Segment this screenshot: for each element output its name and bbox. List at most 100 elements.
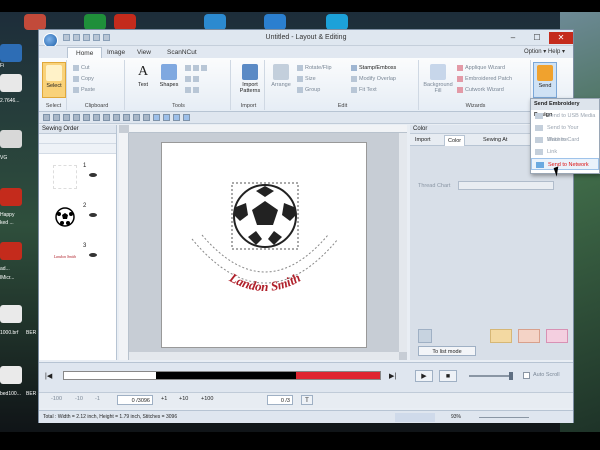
- speed-slider-thumb[interactable]: [509, 372, 513, 380]
- fit-text-button[interactable]: Fit Text: [351, 86, 377, 95]
- fill-color-button[interactable]: [490, 329, 512, 343]
- color-step-button[interactable]: T: [301, 395, 313, 405]
- step-minus-1[interactable]: -1: [95, 396, 100, 402]
- view-icon[interactable]: [163, 114, 170, 121]
- pdf-file-icon[interactable]: [0, 188, 22, 206]
- stop-button[interactable]: ■: [439, 370, 457, 382]
- option-help-menus[interactable]: Option ▾ Help ▾: [524, 48, 565, 55]
- step-plus-1[interactable]: +1: [161, 396, 167, 402]
- tab-scanncut[interactable]: ScanNCut: [159, 47, 205, 58]
- tab-sewing-attributes[interactable]: Sewing At: [480, 135, 510, 146]
- color-swatch-button[interactable]: [418, 329, 432, 343]
- paste-button[interactable]: Paste: [73, 86, 95, 95]
- thread-chart-dropdown[interactable]: [458, 181, 554, 190]
- sewing-order-item[interactable]: 2: [43, 201, 113, 239]
- desktop-file-icon[interactable]: [0, 130, 22, 148]
- zoom-slider[interactable]: [479, 417, 529, 418]
- maximize-button[interactable]: ☐: [525, 32, 549, 44]
- desktop-app-icon[interactable]: [264, 14, 286, 30]
- visibility-eye-icon[interactable]: [89, 173, 97, 177]
- grid-icon[interactable]: [113, 114, 120, 121]
- new-icon[interactable]: [43, 114, 50, 121]
- size-button[interactable]: Size: [297, 75, 316, 84]
- undo-icon[interactable]: [83, 114, 90, 121]
- go-start-icon[interactable]: |◀: [45, 372, 52, 380]
- view-mode-icons[interactable]: [395, 413, 435, 422]
- import-patterns-button[interactable]: Import Patterns: [236, 62, 264, 98]
- tab-view[interactable]: View: [129, 47, 159, 58]
- view-icon[interactable]: [153, 114, 160, 121]
- applique-wizard-button[interactable]: Applique Wizard: [457, 64, 505, 73]
- color-counter-field[interactable]: 0 /3: [267, 395, 293, 405]
- save-icon[interactable]: [63, 114, 70, 121]
- sewing-order-item[interactable]: Landon Smith 3: [43, 241, 113, 279]
- design-page[interactable]: Landon Smith: [161, 142, 367, 348]
- send-button[interactable]: Send: [533, 62, 557, 98]
- desktop-file-icon[interactable]: [0, 366, 22, 384]
- desktop-app-icon[interactable]: [24, 14, 46, 30]
- arrange-button[interactable]: Arrange: [269, 62, 293, 98]
- group-button[interactable]: Group: [297, 86, 320, 95]
- help-icon[interactable]: [204, 14, 226, 30]
- print-icon[interactable]: [73, 114, 80, 121]
- desktop-file-icon[interactable]: [0, 44, 22, 62]
- cut-button[interactable]: Cut: [73, 64, 90, 73]
- zoom-tools[interactable]: [185, 64, 209, 73]
- auto-scroll-checkbox[interactable]: [523, 372, 530, 379]
- step-plus-100[interactable]: +100: [201, 396, 213, 402]
- redo-icon[interactable]: [93, 114, 100, 121]
- stitch-tools[interactable]: [185, 86, 201, 95]
- visibility-eye-icon[interactable]: [89, 253, 97, 257]
- desktop-app-icon[interactable]: [84, 14, 106, 30]
- go-end-icon[interactable]: ▶|: [389, 372, 396, 380]
- menu-item-send-network[interactable]: Send to Network: [531, 158, 599, 170]
- browser-icon[interactable]: [326, 14, 348, 30]
- align-icon[interactable]: [103, 114, 110, 121]
- step-plus-10[interactable]: +10: [179, 396, 188, 402]
- view-icon[interactable]: [173, 114, 180, 121]
- modify-overlap-button[interactable]: Modify Overlap: [351, 75, 396, 84]
- to-list-mode-button[interactable]: To list mode: [418, 346, 476, 356]
- desktop-file-icon[interactable]: [0, 305, 22, 323]
- background-fill-button[interactable]: Background Fill: [423, 62, 453, 98]
- design-canvas-area[interactable]: Landon Smith: [119, 125, 407, 360]
- shapes-button[interactable]: Shapes: [157, 62, 181, 98]
- help-icon[interactable]: [143, 114, 150, 121]
- tab-home[interactable]: Home: [67, 47, 103, 58]
- guide-icon[interactable]: [133, 114, 140, 121]
- favorite-color-button[interactable]: [546, 329, 568, 343]
- text-button[interactable]: A Text: [131, 62, 155, 98]
- speed-slider[interactable]: [469, 375, 513, 377]
- horizontal-scrollbar[interactable]: [129, 352, 399, 360]
- view-icon[interactable]: [183, 114, 190, 121]
- menu-item-send-machine[interactable]: Send to Your Machine: [531, 122, 599, 143]
- measure-tools[interactable]: [185, 75, 201, 84]
- desktop-app-icon[interactable]: [114, 14, 136, 30]
- sewing-order-item[interactable]: 1: [43, 161, 113, 199]
- minimize-button[interactable]: –: [501, 32, 525, 44]
- tab-image[interactable]: Image: [99, 47, 133, 58]
- select-button[interactable]: Select: [42, 62, 66, 98]
- step-minus-10[interactable]: -10: [75, 396, 83, 402]
- close-button[interactable]: ✕: [549, 32, 573, 44]
- stitch-counter-field[interactable]: 0 /3096: [117, 395, 153, 405]
- stitch-timeline[interactable]: [63, 371, 381, 380]
- stamp-emboss-button[interactable]: Stamp/Emboss: [351, 64, 396, 73]
- step-minus-100[interactable]: -100: [51, 396, 62, 402]
- menu-item-write-card[interactable]: Write to Card: [531, 134, 599, 146]
- vertical-scrollbar[interactable]: [399, 133, 407, 352]
- menu-item-send-usb[interactable]: Send to USB Media: [531, 110, 599, 122]
- play-button[interactable]: ▶: [415, 370, 433, 382]
- tab-color[interactable]: Color: [444, 135, 466, 146]
- menu-item-link[interactable]: Link: [531, 146, 599, 158]
- copy-button[interactable]: Copy: [73, 75, 94, 84]
- rotate-flip-button[interactable]: Rotate/Flip: [297, 64, 332, 73]
- open-icon[interactable]: [53, 114, 60, 121]
- cutwork-wizard-button[interactable]: Cutwork Wizard: [457, 86, 504, 95]
- pdf-file-icon[interactable]: [0, 242, 22, 260]
- tab-import[interactable]: Import: [412, 135, 434, 146]
- embroidered-patch-button[interactable]: Embroidered Patch: [457, 75, 512, 84]
- visibility-eye-icon[interactable]: [89, 213, 97, 217]
- desktop-file-icon[interactable]: [0, 74, 22, 92]
- line-color-button[interactable]: [518, 329, 540, 343]
